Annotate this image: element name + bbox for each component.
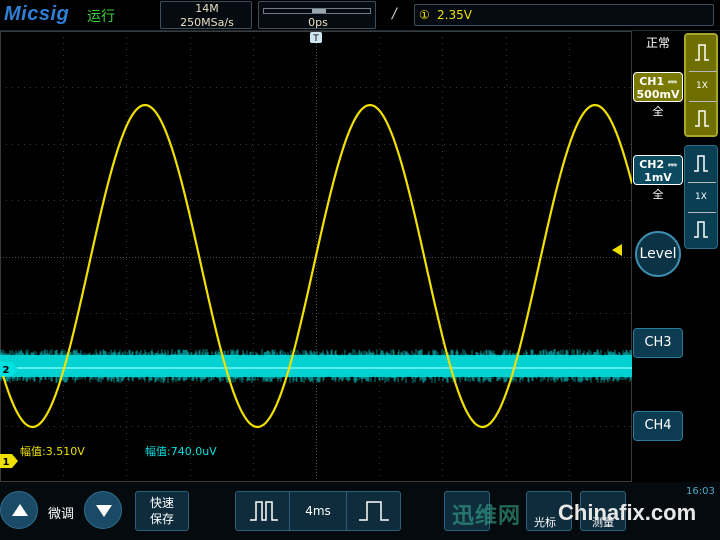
bottom-control-bar: 微调 快速 保存 4ms 迅维网 光标 测量 Chinafix.com 16:0… bbox=[0, 482, 720, 540]
ch1-bandwidth: 全 bbox=[652, 105, 664, 118]
side-separator bbox=[688, 212, 716, 213]
timebase-position[interactable]: 0ps bbox=[258, 1, 376, 29]
timebase-value: 4ms bbox=[305, 504, 331, 518]
arrow-up-icon bbox=[12, 504, 28, 516]
ch2-probe-ratio[interactable]: 1X bbox=[685, 192, 717, 202]
trigger-position-marker: T bbox=[310, 32, 322, 44]
trigger-level-marker-icon[interactable] bbox=[612, 244, 622, 256]
wide-pulse-icon bbox=[359, 501, 389, 521]
watermark-url: Chinafix.com bbox=[558, 500, 697, 525]
ch2-settings-chip[interactable]: CH2 ⎓ 1mV bbox=[633, 155, 683, 185]
up-button[interactable] bbox=[0, 491, 38, 529]
watermark-text: 迅维网 bbox=[452, 503, 522, 528]
timebase-increase-button[interactable] bbox=[346, 492, 400, 530]
ch1-marker-label: 1 bbox=[3, 457, 10, 468]
brand-logo: Micsig bbox=[4, 3, 70, 25]
system-clock: 16:03 bbox=[686, 486, 715, 497]
ch1-scale: 500mV bbox=[636, 88, 680, 101]
ch1-label: CH1 bbox=[639, 75, 665, 88]
trigger-source: ① bbox=[419, 8, 430, 22]
side-separator bbox=[689, 71, 717, 72]
memory-position-bar bbox=[263, 8, 371, 14]
top-status-bar: Micsig 运行 14M 250MSa/s 0ps / ① 2.35V bbox=[0, 0, 720, 31]
trigger-marker-label: T bbox=[312, 34, 319, 44]
cursor-label: 光标 bbox=[534, 516, 556, 529]
acquisition-info[interactable]: 14M 250MSa/s bbox=[160, 1, 252, 29]
pulse-icon bbox=[694, 221, 708, 238]
ch2-scale: 1mV bbox=[644, 171, 672, 184]
ch2-marker-label: 2 bbox=[3, 365, 10, 376]
sample-rate: 250MSa/s bbox=[180, 16, 234, 29]
run-stop-status[interactable]: 运行 bbox=[87, 6, 115, 26]
ch2-side-panel[interactable]: 1X bbox=[684, 145, 718, 249]
ch1-amplitude-readout: 幅值:3.510V bbox=[20, 445, 85, 458]
waveform-display[interactable]: T 2 1 幅值:3.510V 幅值:740.0uV bbox=[0, 31, 632, 482]
fine-adjust-label[interactable]: 微调 bbox=[48, 503, 74, 522]
memory-window-indicator bbox=[312, 9, 326, 13]
ch2-amplitude-readout: 幅值:740.0uV bbox=[145, 445, 217, 458]
ch2-coupling-icon: ⎓ bbox=[668, 158, 677, 171]
down-button[interactable] bbox=[84, 491, 122, 529]
quick-save-button[interactable]: 快速 保存 bbox=[135, 491, 189, 531]
ch2-waveform bbox=[0, 349, 632, 383]
ch3-button[interactable]: CH3 bbox=[633, 328, 683, 358]
arrow-down-icon bbox=[96, 505, 112, 517]
ch1-ground-marker: 1 bbox=[0, 454, 18, 468]
ch1-side-panel[interactable]: 1X bbox=[684, 33, 718, 137]
pulse-icon bbox=[695, 44, 709, 61]
timebase-control: 4ms bbox=[235, 491, 401, 531]
ch4-button[interactable]: CH4 bbox=[633, 411, 683, 441]
pulse-icon bbox=[694, 155, 708, 172]
ch1-coupling-icon: ⎓ bbox=[668, 75, 677, 88]
ch1-probe-ratio[interactable]: 1X bbox=[686, 81, 718, 91]
quick-save-line2: 保存 bbox=[149, 512, 174, 526]
side-separator bbox=[689, 101, 717, 102]
quick-save-line1: 快速 bbox=[149, 496, 174, 510]
ch2-bandwidth: 全 bbox=[652, 188, 664, 201]
ch2-label: CH2 bbox=[639, 158, 665, 171]
timebase-decrease-button[interactable] bbox=[236, 492, 290, 530]
trigger-slope-icon[interactable]: / bbox=[392, 6, 397, 22]
memory-depth: 14M bbox=[195, 2, 219, 15]
ch1-settings-chip[interactable]: CH1 ⎓ 500mV bbox=[633, 72, 683, 102]
trigger-info[interactable]: ① 2.35V bbox=[414, 4, 714, 26]
ch2-noise-trace bbox=[0, 349, 632, 383]
narrow-pulse-icon bbox=[250, 501, 278, 521]
trigger-level-knob[interactable]: Level bbox=[635, 231, 681, 277]
horizontal-position: 0ps bbox=[308, 16, 328, 29]
pulse-icon bbox=[695, 110, 709, 127]
side-separator bbox=[688, 182, 716, 183]
acquisition-mode[interactable]: 正常 bbox=[638, 34, 678, 51]
trigger-level: 2.35V bbox=[437, 8, 472, 22]
